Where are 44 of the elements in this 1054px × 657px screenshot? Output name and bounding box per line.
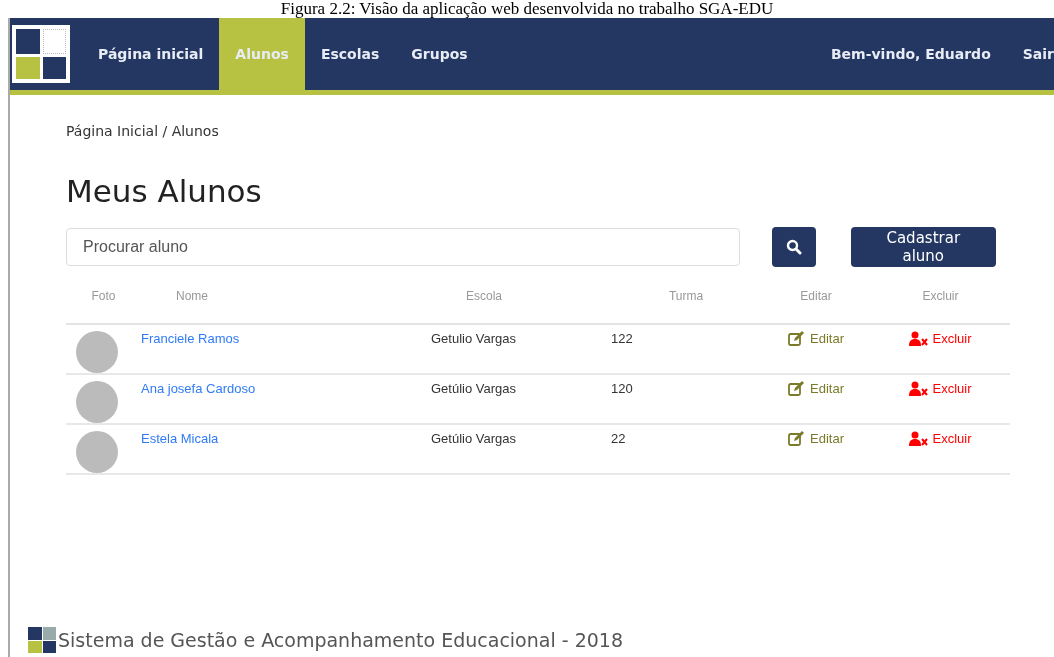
edit-link[interactable]: Editar	[788, 431, 844, 446]
search-icon	[785, 239, 802, 255]
school-cell: Getúlio Vargas	[431, 381, 517, 396]
student-link[interactable]: Franciele Ramos	[141, 331, 240, 346]
column-header: Nome	[175, 289, 209, 303]
search-field[interactable]: Procurar aluno	[66, 228, 740, 266]
nav-tab[interactable]: Escolas	[304, 18, 396, 90]
edit-icon	[788, 331, 806, 346]
figure-caption: Figura 2.2: Visão da aplicação web desenvolvida no trabalho SGA-EDU	[279, 0, 775, 18]
column-header: Editar	[799, 289, 833, 303]
column-header: Excluir	[921, 289, 960, 303]
edit-icon	[788, 431, 806, 446]
delete-link[interactable]: Excluir	[909, 331, 972, 346]
logout-link[interactable]: Sair	[1006, 18, 1054, 90]
remove-user-icon	[909, 381, 930, 396]
class-cell: 120	[611, 381, 633, 396]
class-cell: 122	[611, 331, 633, 346]
remove-user-icon	[909, 331, 930, 346]
edit-link[interactable]: Editar	[788, 331, 844, 346]
breadcrumb: Página Inicial / Alunos	[66, 123, 220, 139]
class-cell: 22	[611, 431, 626, 446]
column-header: Escola	[465, 289, 504, 303]
school-cell: Getulio Vargas	[431, 331, 517, 346]
delete-link[interactable]: Excluir	[909, 431, 972, 446]
column-header: Turma	[667, 289, 705, 303]
column-header: Foto	[90, 289, 117, 303]
nav-tab[interactable]: Página inicial	[82, 18, 220, 90]
nav-tab[interactable]: Grupos	[395, 18, 484, 90]
register-button[interactable]: Cadastrar aluno	[850, 227, 996, 267]
logo-icon	[28, 627, 56, 653]
avatar	[76, 431, 118, 473]
edit-link[interactable]: Editar	[788, 381, 844, 396]
avatar	[76, 381, 118, 423]
delete-link[interactable]: Excluir	[909, 381, 972, 396]
edit-icon	[788, 381, 806, 396]
search-button[interactable]	[771, 227, 816, 267]
welcome-link[interactable]: Bem-vindo, Eduardo	[814, 18, 1007, 90]
student-link[interactable]: Ana josefa Cardoso	[141, 381, 256, 396]
page-title: Meus Alunos	[66, 173, 263, 209]
footer-text: Sistema de Gestão e Acompanhamento Educacional - 2018	[58, 629, 623, 651]
avatar	[76, 331, 118, 373]
school-cell: Getúlio Vargas	[431, 431, 517, 446]
student-link[interactable]: Estela Micala	[141, 431, 219, 446]
remove-user-icon	[909, 431, 930, 446]
